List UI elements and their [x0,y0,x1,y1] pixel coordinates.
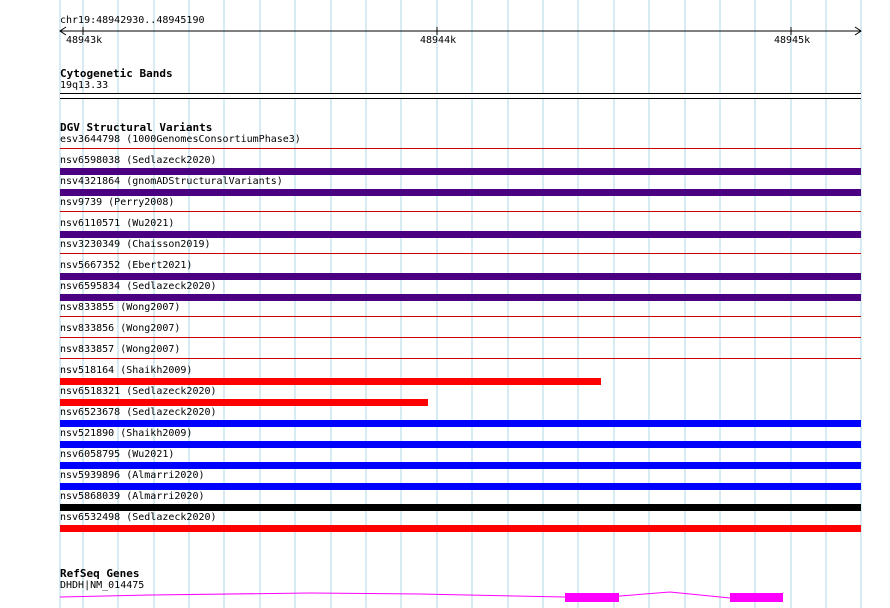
variant-line[interactable] [60,337,861,338]
track-title-cytogenetic-bands: Cytogenetic Bands [60,67,173,80]
variant-label[interactable]: nsv833857 (Wong2007) [60,344,180,356]
variant-label[interactable]: nsv833855 (Wong2007) [60,302,180,314]
cytoband-bar[interactable] [60,93,861,99]
gene-model[interactable] [0,588,890,608]
variant-line[interactable] [60,358,861,359]
ruler-tick-label: 48943k [66,35,103,46]
variant-bar[interactable] [60,525,861,532]
variant-label[interactable]: nsv833856 (Wong2007) [60,323,180,335]
variant-label[interactable]: nsv6058795 (Wu2021) [60,449,174,461]
variant-label[interactable]: nsv6598038 (Sedlazeck2020) [60,155,217,167]
variant-label[interactable]: nsv9739 (Perry2008) [60,197,174,209]
variant-bar[interactable] [60,399,428,406]
variant-label[interactable]: nsv521890 (Shaikh2009) [60,428,192,440]
variant-label[interactable]: nsv6595834 (Sedlazeck2020) [60,281,217,293]
variant-label[interactable]: nsv5939896 (Almarri2020) [60,470,205,482]
variant-bar[interactable] [60,231,861,238]
variant-label[interactable]: nsv518164 (Shaikh2009) [60,365,192,377]
variant-line[interactable] [60,148,861,149]
track-title-dgv-structural-variants: DGV Structural Variants [60,121,213,134]
variant-line[interactable] [60,211,861,212]
variant-bar[interactable] [60,168,861,175]
variant-label[interactable]: nsv6532498 (Sedlazeck2020) [60,512,217,524]
exon [565,593,619,602]
variant-bar[interactable] [60,273,861,280]
ruler-tick-label: 48945k [774,35,811,46]
variant-label[interactable]: nsv4321864 (gnomADStructuralVariants) [60,176,283,188]
ruler-tick-label: 48944k [420,35,457,46]
variant-label[interactable]: nsv6518321 (Sedlazeck2020) [60,386,217,398]
variant-bar[interactable] [60,189,861,196]
variant-bar[interactable] [60,294,861,301]
variant-bar[interactable] [60,420,861,427]
exon [730,593,783,602]
variant-bar[interactable] [60,483,861,490]
variant-line[interactable] [60,316,861,317]
variant-bar[interactable] [60,441,861,448]
cytoband-label[interactable]: 19q13.33 [60,80,108,92]
variant-bar[interactable] [60,462,861,469]
variant-bar[interactable] [60,504,861,511]
variant-label[interactable]: nsv6110571 (Wu2021) [60,218,174,230]
variant-label[interactable]: nsv3230349 (Chaisson2019) [60,239,211,251]
variant-line[interactable] [60,253,861,254]
variant-label[interactable]: nsv5868039 (Almarri2020) [60,491,205,503]
variant-bar[interactable] [60,378,602,385]
variant-label[interactable]: nsv5667352 (Ebert2021) [60,260,192,272]
track-title-refseq-genes: RefSeq Genes [60,567,140,580]
variant-label[interactable]: esv3644798 (1000GenomesConsortiumPhase3) [60,134,301,146]
variant-label[interactable]: nsv6523678 (Sedlazeck2020) [60,407,217,419]
